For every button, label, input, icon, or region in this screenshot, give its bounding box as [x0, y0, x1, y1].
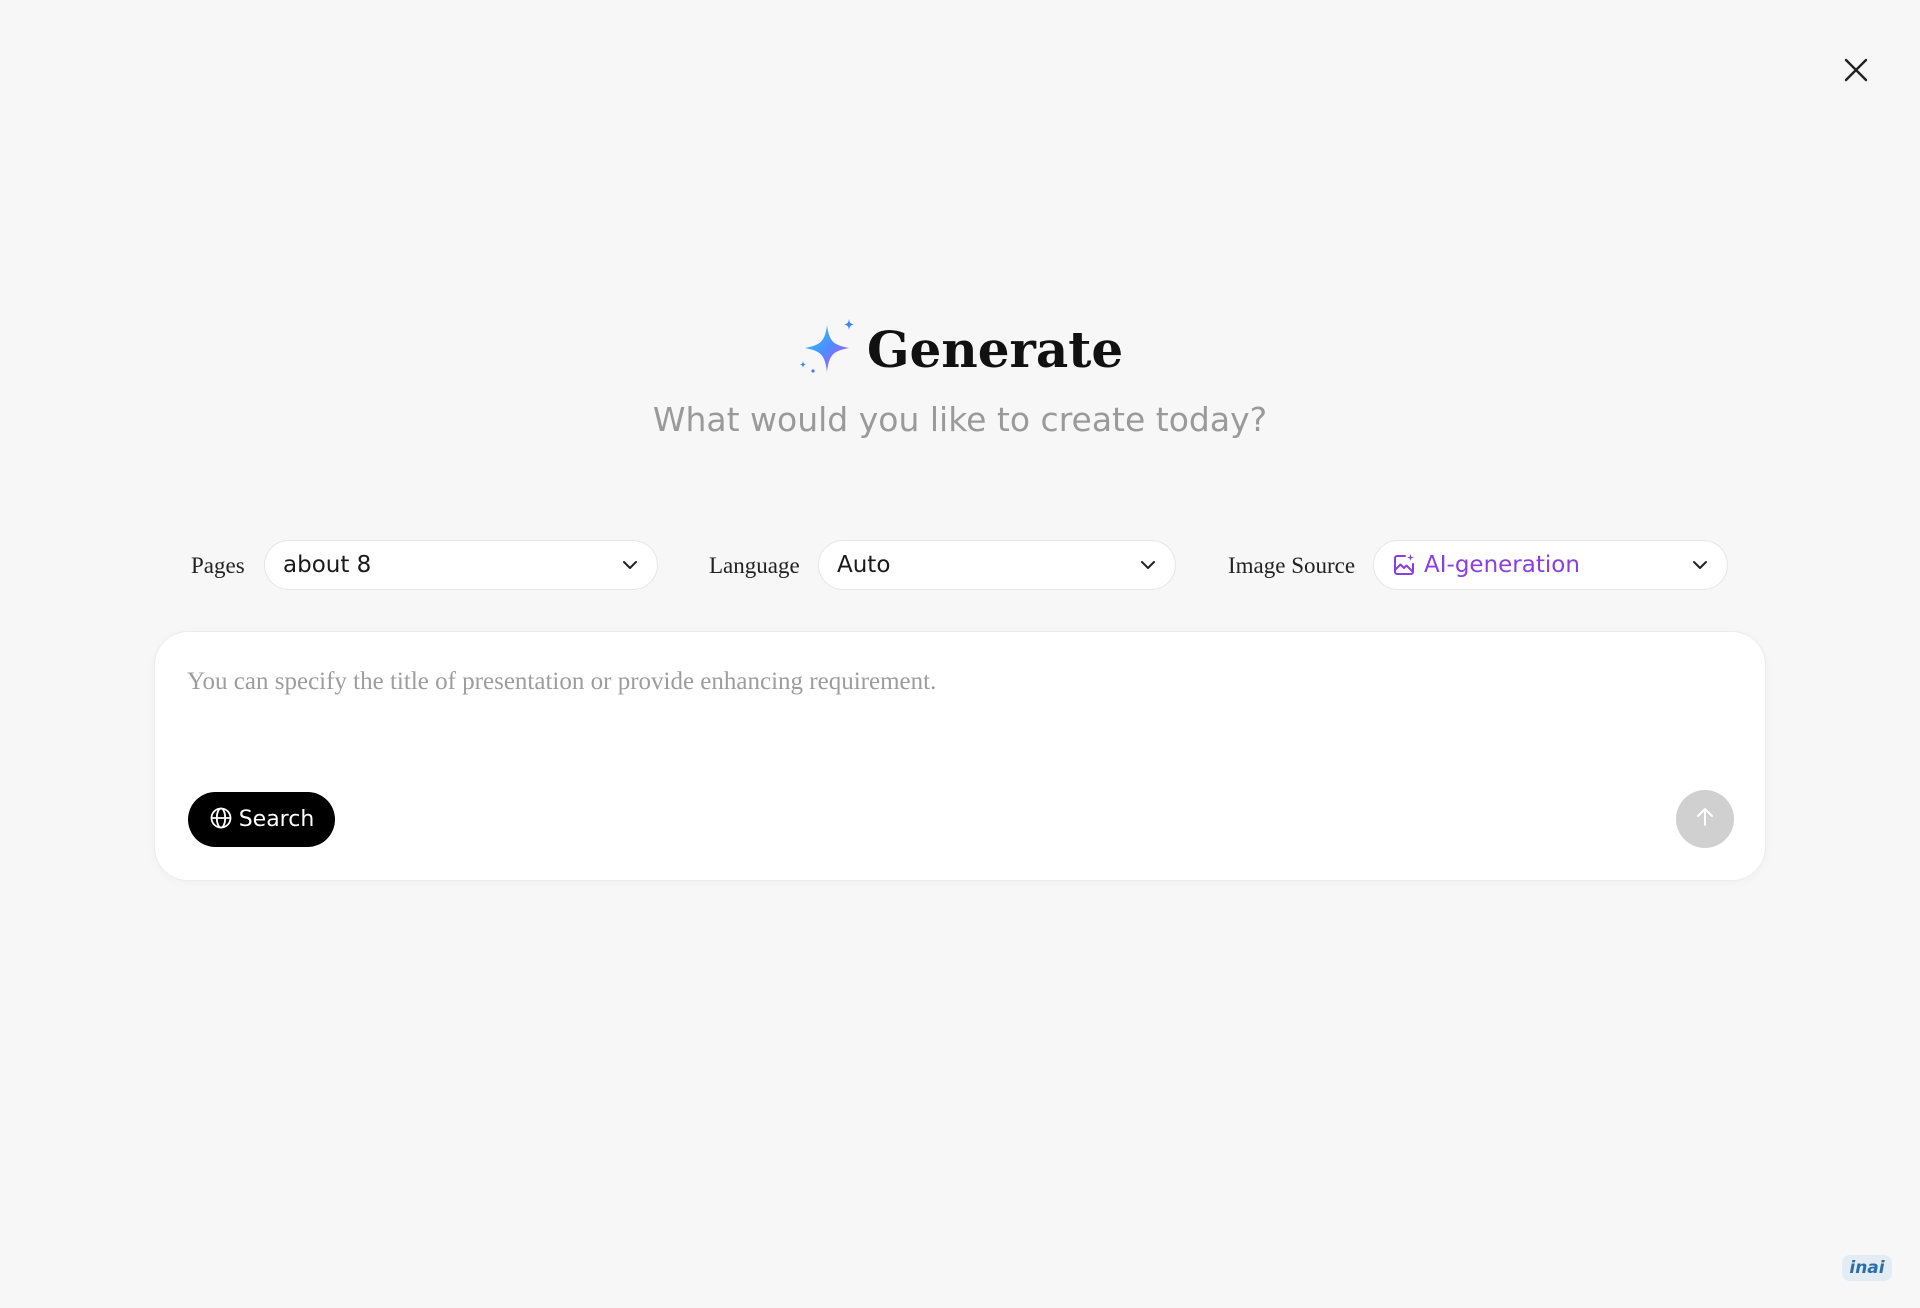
- watermark-logo: inai: [1842, 1255, 1892, 1281]
- send-button[interactable]: [1676, 790, 1734, 848]
- hero-header: Generate What would you like to create t…: [0, 318, 1920, 442]
- chevron-down-icon: [1139, 556, 1157, 574]
- close-icon: [1843, 57, 1869, 87]
- close-button[interactable]: [1836, 52, 1876, 92]
- image-source-select[interactable]: AI-generation: [1373, 540, 1728, 590]
- search-button[interactable]: Search: [188, 792, 335, 847]
- chevron-down-icon: [1691, 556, 1709, 574]
- language-select[interactable]: Auto: [818, 540, 1176, 590]
- page-title: Generate: [866, 320, 1124, 379]
- chevron-down-icon: [621, 556, 639, 574]
- sparkle-icon: [797, 317, 859, 383]
- search-button-label: Search: [238, 807, 315, 832]
- options-row: Pages about 8 Language Auto Image Source…: [0, 540, 1920, 592]
- pages-label: Pages: [191, 553, 245, 578]
- arrow-up-icon: [1693, 805, 1717, 833]
- ai-image-icon: [1392, 552, 1418, 578]
- image-source-label: Image Source: [1228, 553, 1356, 578]
- pages-select[interactable]: about 8: [264, 540, 658, 590]
- title-row: Generate: [0, 318, 1920, 382]
- image-source-select-value: AI-generation: [1424, 552, 1580, 578]
- pages-select-value: about 8: [283, 552, 372, 578]
- language-label: Language: [709, 553, 800, 578]
- language-select-value: Auto: [837, 552, 891, 578]
- globe-icon: [209, 806, 233, 834]
- prompt-input[interactable]: [187, 662, 1727, 702]
- prompt-card: Search: [154, 631, 1766, 881]
- page-subtitle: What would you like to create today?: [652, 400, 1268, 439]
